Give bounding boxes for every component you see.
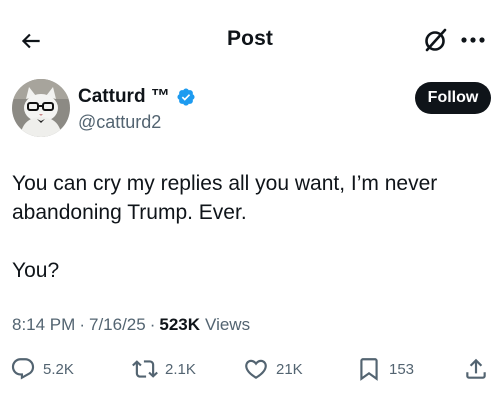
- grok-button[interactable]: [421, 24, 451, 56]
- post-text-line: You can cry my replies all you want, I’m…: [12, 172, 438, 195]
- post-date[interactable]: 7/16/25: [89, 315, 146, 335]
- bookmark-button[interactable]: 153: [356, 356, 414, 382]
- separator-dot: ·: [79, 315, 85, 334]
- share-icon: [466, 358, 486, 379]
- repost-icon: [132, 360, 158, 378]
- post-text: You can cry my replies all you want, I’m…: [12, 169, 482, 285]
- repost-count: 2.1K: [165, 360, 196, 378]
- like-count: 21K: [276, 360, 303, 378]
- bookmark-count: 153: [389, 360, 415, 378]
- post-text-line: You?: [12, 259, 60, 282]
- verified-badge-icon[interactable]: [176, 87, 196, 107]
- heart-icon: [245, 359, 267, 379]
- action-bar: 5.2K 2.1K 21K 153: [0, 352, 500, 388]
- like-button[interactable]: 21K: [243, 356, 303, 382]
- views-label: Views: [205, 315, 251, 334]
- author-name-row: Catturd ™: [78, 86, 196, 108]
- share-button[interactable]: [463, 356, 489, 382]
- author-display-name[interactable]: Catturd ™: [78, 86, 170, 108]
- bookmark-icon: [360, 358, 378, 381]
- reply-icon: [11, 358, 35, 380]
- grok-icon: [425, 28, 447, 52]
- top-bar: Post: [0, 0, 500, 80]
- post-text-line: abandoning Trump. Ever.: [12, 201, 247, 224]
- reply-button[interactable]: 5.2K: [10, 356, 74, 382]
- more-options-button[interactable]: [456, 24, 490, 56]
- cat-avatar-image: [12, 79, 70, 137]
- author-handle[interactable]: @catturd2: [78, 112, 161, 133]
- follow-button[interactable]: Follow: [415, 82, 491, 114]
- more-horizontal-icon: [461, 37, 485, 43]
- reply-count: 5.2K: [43, 360, 74, 378]
- views-count[interactable]: 523K: [159, 315, 200, 335]
- post-time[interactable]: 8:14 PM: [12, 315, 75, 335]
- post-metadata: 8:14 PM · 7/16/25 · 523K Views: [12, 315, 250, 335]
- separator-dot: ·: [149, 315, 156, 334]
- avatar[interactable]: [12, 79, 70, 137]
- repost-button[interactable]: 2.1K: [132, 356, 196, 382]
